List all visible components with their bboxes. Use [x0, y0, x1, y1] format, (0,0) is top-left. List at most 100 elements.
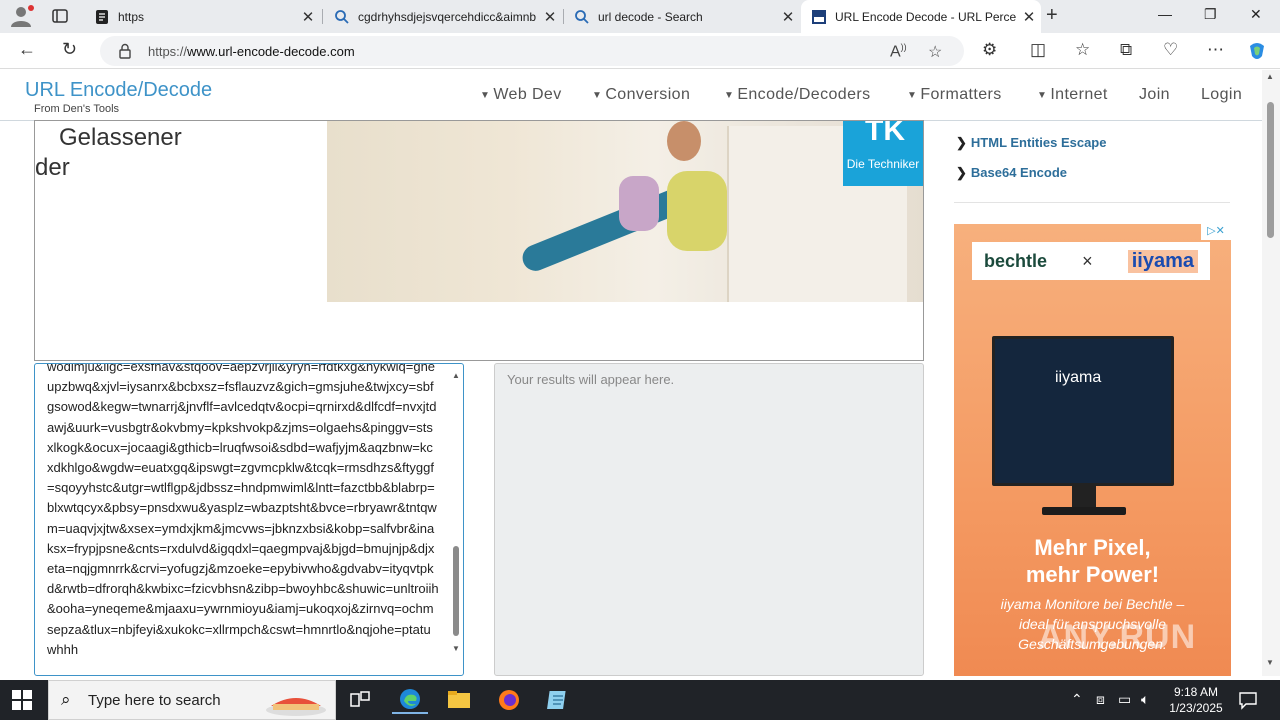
network-icon[interactable]: ▭: [1118, 691, 1131, 708]
menu-encode-decoders[interactable]: ▼ Encode/Decoders: [724, 86, 871, 104]
url-text: https://www.url-encode-decode.com: [148, 44, 355, 59]
refresh-icon[interactable]: ↻: [62, 39, 77, 60]
caret-down-icon: ▼: [592, 90, 603, 101]
tray-app-icon[interactable]: ⧈: [1096, 691, 1105, 708]
sidebar-link-html-entities[interactable]: ❯ HTML Entities Escape: [956, 135, 1106, 151]
monitor-image: iiyama: [992, 336, 1174, 486]
tab-https[interactable]: https ✕: [84, 0, 320, 33]
clock-time: 9:18 AM: [1173, 685, 1219, 699]
close-tab-icon[interactable]: ✕: [1017, 8, 1041, 26]
ad-headline: Mehr Pixel, mehr Power!: [954, 534, 1231, 588]
tab-url-decode-search[interactable]: url decode - Search ✕: [564, 0, 800, 33]
copilot-icon[interactable]: [1246, 40, 1268, 62]
menu-login[interactable]: Login: [1201, 86, 1242, 104]
ad-photo-head: [667, 121, 701, 161]
sidebar-divider: [954, 202, 1230, 203]
input-text: wodimju&ligc=exsfnav&stqoov=aepzvrjil&yr…: [47, 363, 439, 657]
close-tab-icon[interactable]: ✕: [538, 8, 562, 26]
tab-url-encode-decode[interactable]: URL Encode Decode - URL Percent ✕: [801, 0, 1041, 33]
close-tab-icon[interactable]: ✕: [296, 8, 320, 26]
tab-title: url decode - Search: [598, 9, 703, 24]
result-placeholder: Your results will appear here.: [507, 372, 675, 387]
new-tab-icon[interactable]: +: [1046, 4, 1058, 27]
ad-text: Gelassener: [59, 124, 182, 151]
banner-ad[interactable]: Gelassener der TK Die Techniker: [34, 120, 924, 361]
ad-choices-icon[interactable]: ▷✕: [1201, 224, 1231, 240]
result-textarea[interactable]: Your results will appear here.: [494, 363, 924, 676]
scroll-up-icon[interactable]: ▲: [1266, 72, 1274, 81]
tab-actions-icon[interactable]: [50, 6, 70, 26]
logo-separator: ×: [1082, 250, 1093, 271]
search-icon: [575, 9, 589, 24]
lock-icon[interactable]: [118, 43, 132, 59]
ad-photo: TK Die Techniker: [327, 121, 923, 302]
headline-line: mehr Power!: [1025, 562, 1160, 587]
edge-taskbar-icon[interactable]: [392, 686, 428, 714]
sidebar-link-base64[interactable]: ❯ Base64 Encode: [956, 165, 1067, 181]
menu-formatters[interactable]: ▼ Formatters: [907, 86, 1002, 104]
volume-icon[interactable]: 🔈︎: [1141, 691, 1149, 708]
taskbar-search-placeholder: Type here to search: [88, 692, 221, 709]
scroll-thumb[interactable]: [453, 546, 459, 636]
firefox-icon[interactable]: [491, 686, 527, 714]
restore-icon[interactable]: ❐: [1204, 6, 1217, 23]
page-scrollbar[interactable]: ▲ ▼: [1262, 70, 1280, 676]
link-label: Base64 Encode: [970, 165, 1068, 180]
site-navbar: URL Encode/Decode From Den's Tools ▼ Web …: [0, 70, 1262, 121]
taskbar-clock[interactable]: 9:18 AM 1/23/2025: [1160, 684, 1232, 716]
menu-join[interactable]: Join: [1139, 86, 1170, 104]
iiyama-logo: iiyama: [1127, 249, 1198, 273]
sub-line: iiyama Monitore bei Bechtle –: [1000, 596, 1185, 612]
profile-icon[interactable]: [8, 4, 36, 28]
url-domain: www.url-encode-decode.com: [187, 44, 355, 59]
chevron-right-icon: ❯: [956, 165, 967, 180]
address-bar[interactable]: https://www.url-encode-decode.com A)) ☆: [100, 36, 964, 66]
file-explorer-icon[interactable]: [441, 686, 477, 714]
read-aloud-icon[interactable]: A)): [890, 42, 907, 61]
close-tab-icon[interactable]: ✕: [776, 8, 800, 26]
scroll-down-icon[interactable]: ▼: [1266, 658, 1274, 667]
monitor-brand: iiyama: [1055, 369, 1102, 386]
techniker-logo: TK Die Techniker: [843, 121, 923, 186]
menu-conversion[interactable]: ▼ Conversion: [592, 86, 690, 104]
minimize-icon[interactable]: —: [1158, 6, 1172, 22]
scroll-up-icon[interactable]: ▲: [452, 371, 460, 380]
menu-internet[interactable]: ▼ Internet: [1037, 86, 1108, 104]
encode-input-textarea[interactable]: wodimju&ligc=exsfnav&stqoov=aepzvrjil&yr…: [34, 363, 464, 676]
monitor-stand-base: [1042, 507, 1126, 515]
taskbar-search[interactable]: ⌕ Type here to search: [48, 680, 336, 720]
extensions-icon[interactable]: ⚙: [982, 40, 997, 60]
chevron-right-icon: ❯: [956, 135, 967, 150]
scroll-down-icon[interactable]: ▼: [452, 644, 460, 653]
back-icon[interactable]: ←: [18, 39, 36, 60]
site-brand[interactable]: URL Encode/Decode: [25, 79, 212, 102]
menu-label: Conversion: [605, 86, 691, 103]
ad-logos: bechtle × iiyama: [972, 242, 1210, 280]
tray-overflow-icon[interactable]: ⌃: [1071, 691, 1083, 708]
caret-down-icon: ▼: [1037, 90, 1048, 101]
collections-icon[interactable]: ⧉: [1120, 40, 1132, 60]
menu-web-dev[interactable]: ▼ Web Dev: [480, 86, 562, 104]
split-screen-icon[interactable]: ◫: [1030, 40, 1046, 60]
web-page: URL Encode/Decode From Den's Tools ▼ Web …: [0, 70, 1262, 676]
more-menu-icon[interactable]: ⋯: [1207, 40, 1224, 60]
windows-taskbar: ⌕ Type here to search ⌃ ⧈ ▭ 🔈︎ 9:18 AM 1/…: [0, 680, 1280, 720]
tab-search-query[interactable]: cgdrhyhsdjejsvqercehdicc&aimnb ✕: [324, 0, 562, 33]
favorite-star-icon[interactable]: ☆: [928, 42, 942, 62]
sidebar-ad[interactable]: ▷✕ bechtle × iiyama iiyama Mehr Pixel, me…: [954, 224, 1231, 676]
browser-essentials-icon[interactable]: ♡: [1163, 40, 1178, 60]
windows-start-icon[interactable]: [12, 690, 32, 710]
tab-title: URL Encode Decode - URL Percent: [835, 9, 1017, 24]
menu-label: Internet: [1050, 86, 1108, 103]
anyrun-watermark: ANY.RUN: [1038, 618, 1197, 656]
close-window-icon[interactable]: ✕: [1250, 6, 1262, 23]
menu-label: Formatters: [920, 86, 1002, 103]
browser-tab-bar: https ✕ cgdrhyhsdjejsvqercehdicc&aimnb ✕…: [0, 0, 1280, 33]
task-view-icon[interactable]: [342, 686, 378, 714]
page-scroll-thumb[interactable]: [1267, 102, 1274, 238]
favorites-icon[interactable]: ☆: [1075, 40, 1090, 60]
textarea-scrollbar[interactable]: ▲ ▼: [451, 366, 461, 671]
clock-date: 1/23/2025: [1169, 701, 1223, 715]
notepad-icon[interactable]: [540, 686, 576, 714]
notifications-icon[interactable]: [1238, 690, 1258, 710]
